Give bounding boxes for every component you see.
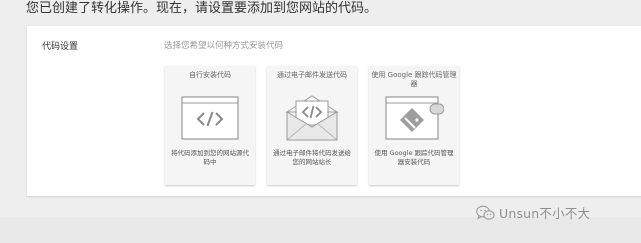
code-window-icon	[181, 96, 239, 140]
option-description: 将代码添加到您的网站源代码中	[171, 149, 249, 166]
option-tag-manager[interactable]: 使用 Google 跟踪代码管理器 使用 Google 跟踪代码管理器安装代码	[369, 66, 459, 185]
option-description: 使用 Google 跟踪代码管理器安装代码	[374, 149, 454, 166]
watermark: Unsun不小不大	[476, 203, 590, 222]
option-description: 通过电子邮件将代码发送给您的网站站长	[273, 149, 351, 166]
option-install-yourself[interactable]: 自行安装代码 将代码添加到您的网站源代码中	[165, 66, 255, 185]
tag-manager-icon	[385, 96, 444, 140]
wechat-logo	[476, 205, 495, 220]
option-title: 通过电子邮件发送代码	[277, 71, 347, 79]
option-email-code[interactable]: 通过电子邮件发送代码 通过电子邮件将代码发送给您的网站站长	[267, 66, 357, 185]
option-title: 使用 Google 跟踪代码管理器	[371, 71, 457, 88]
option-title: 自行安装代码	[189, 71, 231, 79]
code-setup-card: 代码设置 选择您希望以何种方式安装代码 自行安装代码 将代码添加到您的网站源代码…	[27, 26, 641, 196]
page-heading: 您已创建了转化操作。现在，请设置要添加到您网站的代码。	[26, 1, 378, 16]
watermark-text: Unsun不小不大	[499, 206, 591, 221]
code-setup-label: 代码设置	[42, 42, 79, 52]
install-method-hint: 选择您希望以何种方式安装代码	[164, 41, 284, 51]
envelope-code-icon	[285, 95, 339, 141]
